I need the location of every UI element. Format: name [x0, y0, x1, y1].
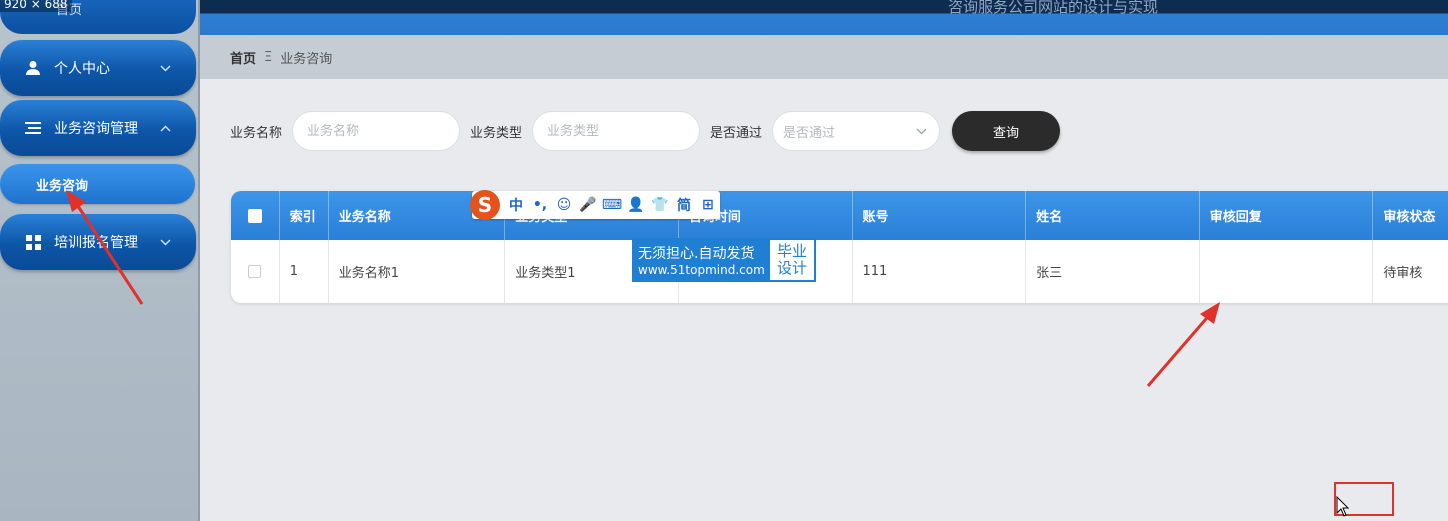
- table-cell: 111: [853, 240, 1027, 303]
- chevron-up-icon: [160, 122, 174, 135]
- search-form: 业务名称 业务类型 是否通过 是否通过 查询: [230, 111, 1061, 151]
- sidebar-item-consult-management[interactable]: 业务咨询管理: [0, 100, 196, 156]
- ime-chinese-mode[interactable]: 中: [504, 195, 528, 215]
- system-title: 咨询服务公司网站的设计与实现: [948, 0, 1159, 16]
- screen-dimensions-label: 920 × 688: [0, 0, 72, 12]
- table-cell: 张三: [1026, 240, 1200, 303]
- data-table: 索引 业务名称 业务类型 咨询时间 账号 姓名 审核回复 审核状态 1 业务名称…: [231, 191, 1448, 303]
- chevron-down-icon: [916, 124, 927, 139]
- row-select-cell: [231, 240, 280, 303]
- chevron-down-icon: [160, 62, 174, 75]
- column-header: 姓名: [1026, 191, 1200, 240]
- ad-tag-line1: 毕业: [776, 242, 807, 260]
- ad-url: www.51topmind.com: [638, 263, 765, 277]
- table-cell: 待审核: [1383, 266, 1423, 281]
- ime-punctuation-icon[interactable]: •,: [528, 197, 552, 213]
- ime-skin-icon[interactable]: 👕: [648, 197, 672, 213]
- annotation-arrow-icon: [66, 190, 144, 305]
- row-checkbox[interactable]: [248, 265, 262, 278]
- ime-user-icon[interactable]: 👤: [624, 197, 648, 213]
- list-icon: [24, 119, 42, 137]
- watermark-ad: 无须担心.自动发货 www.51topmind.com 毕业 设计: [632, 238, 816, 282]
- ime-simplified-mode[interactable]: 简: [672, 195, 696, 215]
- ime-microphone-icon[interactable]: 🎤: [576, 197, 600, 213]
- table-cell: 业务名称1: [329, 240, 506, 303]
- pass-status-label: 是否通过: [710, 125, 763, 141]
- column-header: 索引: [280, 191, 329, 240]
- column-header: 账号: [853, 191, 1027, 240]
- sogou-logo-icon[interactable]: S: [470, 190, 500, 220]
- sidebar-item-label: 个人中心: [54, 61, 110, 77]
- annotation-arrow-icon: [1146, 302, 1220, 387]
- table-header: 索引 业务名称 业务类型 咨询时间 账号 姓名 审核回复 审核状态: [231, 191, 1448, 240]
- business-type-label: 业务类型: [470, 125, 523, 141]
- pass-status-select[interactable]: 是否通过: [772, 111, 941, 151]
- top-header: 咨询服务公司网站的设计与实现: [200, 0, 1448, 35]
- breadcrumb-home[interactable]: 首页: [230, 48, 256, 67]
- pass-status-placeholder: 是否通过: [783, 125, 836, 141]
- breadcrumb-separator-icon: Ξ: [264, 49, 273, 65]
- breadcrumb: 首页 Ξ 业务咨询: [200, 35, 1448, 79]
- breadcrumb-current: 业务咨询: [280, 51, 333, 67]
- mouse-cursor-icon: [1336, 496, 1350, 517]
- ime-grid-icon[interactable]: ⊞: [696, 197, 720, 213]
- select-all-checkbox[interactable]: [247, 208, 262, 223]
- column-header: 审核回复: [1200, 191, 1374, 240]
- column-header: 审核状态: [1373, 191, 1448, 240]
- grid-icon: [24, 233, 42, 251]
- business-name-label: 业务名称: [230, 125, 283, 141]
- main-content: 业务名称 业务类型 是否通过 是否通过 查询 索引 业务名称 业务类型 咨询时间…: [200, 79, 1448, 521]
- chevron-down-icon: [160, 236, 174, 249]
- ime-emoji-icon[interactable]: ☺: [552, 197, 576, 213]
- select-all-cell: [231, 191, 280, 240]
- ime-toolbar: S 中 •, ☺ 🎤 ⌨ 👤 👕 简 ⊞: [470, 190, 720, 220]
- ad-tag-line2: 设计: [776, 259, 807, 277]
- table-row: 1 业务名称1 业务类型1 111 张三 待审核: [231, 240, 1448, 303]
- query-button[interactable]: 查询: [952, 111, 1061, 151]
- sidebar-item-label: 业务咨询管理: [54, 121, 138, 137]
- ime-keyboard-icon[interactable]: ⌨: [600, 197, 624, 213]
- ad-slogan: 无须担心.自动发货: [638, 246, 755, 262]
- sidebar-item-personal-center[interactable]: 个人中心: [0, 40, 196, 96]
- user-icon: [24, 59, 42, 77]
- table-cell: 1: [280, 240, 329, 303]
- business-type-input[interactable]: [532, 111, 701, 151]
- table-cell: [1200, 240, 1374, 303]
- business-name-input[interactable]: [292, 111, 461, 151]
